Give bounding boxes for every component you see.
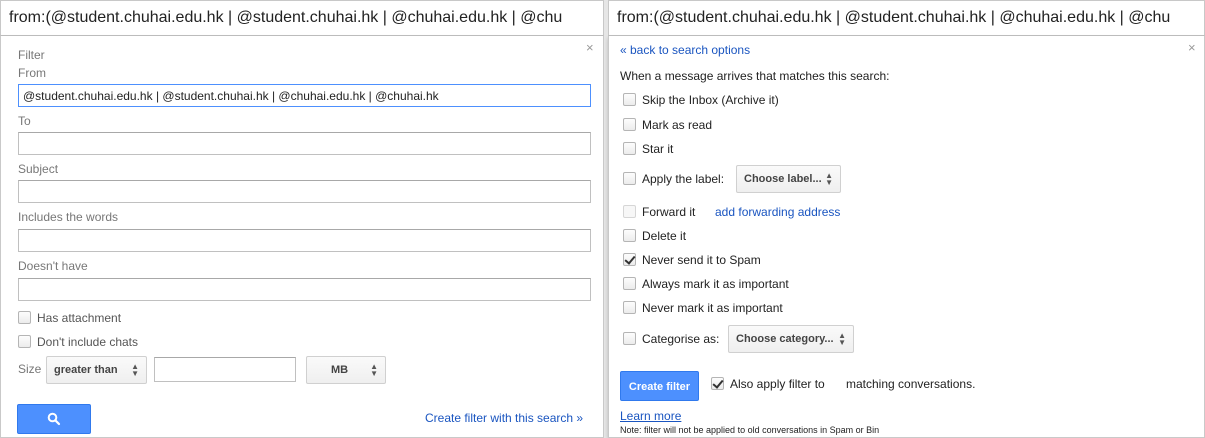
matching-conversations-label: matching conversations. xyxy=(846,377,976,391)
skip-inbox-option[interactable]: Skip the Inbox (Archive it) xyxy=(623,93,779,107)
apply-label-label: Apply the label: xyxy=(642,172,725,186)
has-attachment-checkbox[interactable] xyxy=(18,311,31,325)
subject-field[interactable] xyxy=(18,180,591,203)
categorise-label: Categorise as: xyxy=(642,332,720,346)
never-spam-label: Never send it to Spam xyxy=(642,253,761,267)
forward-it-label: Forward it xyxy=(642,205,696,219)
star-it-label: Star it xyxy=(642,142,674,156)
to-label: To xyxy=(18,114,31,128)
star-it-option[interactable]: Star it xyxy=(623,142,673,156)
search-icon xyxy=(47,412,61,426)
also-apply-checkbox[interactable] xyxy=(711,377,724,391)
learn-more-link[interactable]: Learn more xyxy=(620,409,681,423)
delete-it-checkbox[interactable] xyxy=(623,229,636,243)
choose-category-value: Choose category... xyxy=(736,333,834,345)
has-attachment-label: Has attachment xyxy=(37,311,122,325)
close-icon[interactable]: × xyxy=(1188,40,1196,55)
also-apply-option[interactable]: Also apply filter to xyxy=(711,377,825,391)
never-important-label: Never mark it as important xyxy=(642,301,783,315)
dont-include-chats-option[interactable]: Don't include chats xyxy=(18,335,138,349)
dont-include-chats-label: Don't include chats xyxy=(37,335,139,349)
apply-label-option[interactable]: Apply the label: xyxy=(623,172,724,186)
filter-heading: Filter xyxy=(18,48,45,62)
forward-it-option: Forward it xyxy=(623,205,695,219)
star-it-checkbox[interactable] xyxy=(623,142,636,156)
create-filter-link[interactable]: Create filter with this search » xyxy=(425,411,583,425)
includes-words-field[interactable] xyxy=(18,229,591,252)
mark-read-checkbox[interactable] xyxy=(623,118,636,132)
search-button[interactable] xyxy=(17,404,91,434)
forward-it-checkbox xyxy=(623,205,636,219)
choose-label-value: Choose label... xyxy=(744,173,822,185)
select-arrows-icon: ▲ ▼ xyxy=(825,171,833,187)
always-important-label: Always mark it as important xyxy=(642,277,789,291)
includes-words-label: Includes the words xyxy=(18,210,119,224)
never-spam-option[interactable]: Never send it to Spam xyxy=(623,253,761,267)
categorise-checkbox[interactable] xyxy=(623,332,636,346)
select-arrows-icon: ▲ ▼ xyxy=(131,362,139,378)
skip-inbox-label: Skip the Inbox (Archive it) xyxy=(642,93,779,107)
apply-label-checkbox[interactable] xyxy=(623,172,636,186)
size-unit-value: MB xyxy=(331,364,349,376)
from-field[interactable]: @student.chuhai.edu.hk | @student.chuhai… xyxy=(18,84,591,107)
filter-note: Note: filter will not be applied to old … xyxy=(620,425,880,435)
to-field[interactable] xyxy=(18,132,591,155)
size-unit-select[interactable]: MB ▲ ▼ xyxy=(306,356,386,384)
close-icon[interactable]: × xyxy=(586,40,594,55)
size-label: Size xyxy=(18,362,42,376)
delete-it-label: Delete it xyxy=(642,229,687,243)
size-operator-select[interactable]: greater than ▲ ▼ xyxy=(46,356,147,384)
size-value-field[interactable] xyxy=(154,357,296,382)
never-important-option[interactable]: Never mark it as important xyxy=(623,301,783,315)
choose-label-select[interactable]: Choose label... ▲ ▼ xyxy=(736,165,841,193)
size-operator-value: greater than xyxy=(54,364,118,376)
mark-read-option[interactable]: Mark as read xyxy=(623,118,712,132)
create-filter-button[interactable]: Create filter xyxy=(620,371,699,401)
select-arrows-icon: ▲ ▼ xyxy=(838,331,846,347)
doesnt-have-field[interactable] xyxy=(18,278,591,301)
mark-read-label: Mark as read xyxy=(642,118,713,132)
filter-actions-panel: from:(@student.chuhai.edu.hk | @student.… xyxy=(608,0,1205,438)
add-forwarding-address-link[interactable]: add forwarding address xyxy=(715,205,840,219)
has-attachment-option[interactable]: Has attachment xyxy=(18,311,121,325)
delete-it-option[interactable]: Delete it xyxy=(623,229,686,243)
always-important-option[interactable]: Always mark it as important xyxy=(623,277,789,291)
filter-intro-text: When a message arrives that matches this… xyxy=(620,69,890,83)
dont-include-chats-checkbox[interactable] xyxy=(18,335,31,349)
categorise-option[interactable]: Categorise as: xyxy=(623,332,719,346)
always-important-checkbox[interactable] xyxy=(623,277,636,291)
subject-label: Subject xyxy=(18,162,59,176)
skip-inbox-checkbox[interactable] xyxy=(623,93,636,107)
never-spam-checkbox[interactable] xyxy=(623,253,636,267)
back-to-search-options-link[interactable]: « back to search options xyxy=(620,43,750,57)
select-arrows-icon: ▲ ▼ xyxy=(370,362,378,378)
search-input[interactable]: from:(@student.chuhai.edu.hk | @student.… xyxy=(608,0,1205,36)
choose-category-select[interactable]: Choose category... ▲ ▼ xyxy=(728,325,854,353)
never-important-checkbox[interactable] xyxy=(623,301,636,315)
doesnt-have-label: Doesn't have xyxy=(18,259,88,273)
search-input[interactable]: from:(@student.chuhai.edu.hk | @student.… xyxy=(0,0,604,36)
from-label: From xyxy=(18,66,46,80)
search-options-panel: from:(@student.chuhai.edu.hk | @student.… xyxy=(0,0,604,438)
also-apply-label: Also apply filter to xyxy=(730,377,825,391)
